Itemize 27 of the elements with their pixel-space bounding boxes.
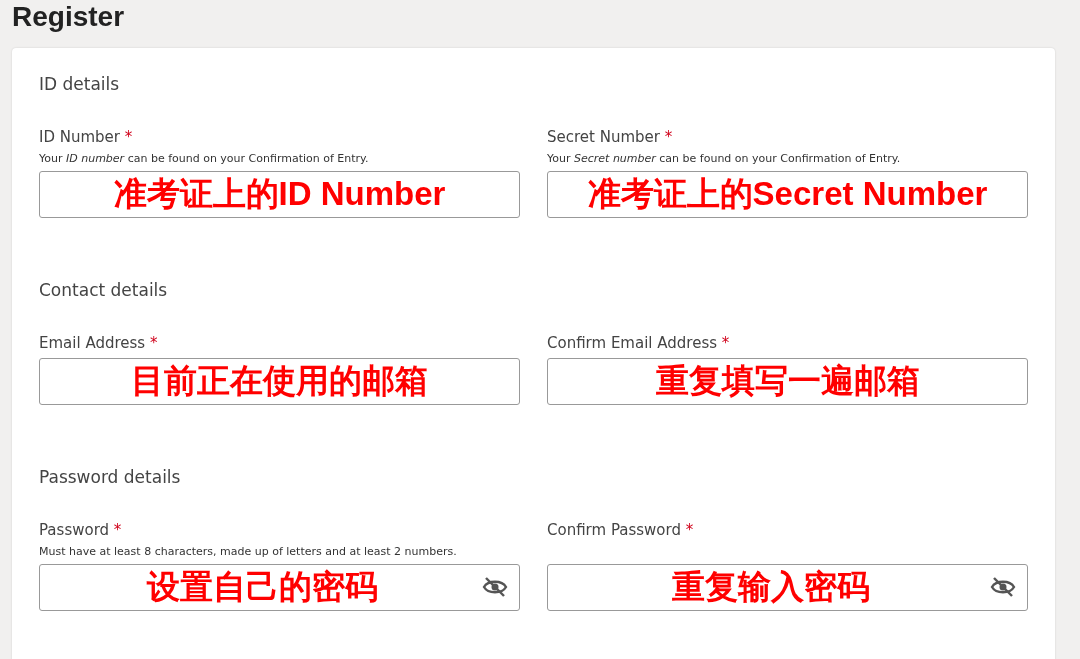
field-label: Email Address — [39, 334, 146, 352]
required-mark: * — [113, 521, 122, 539]
input-field[interactable]: 准考证上的Secret Number — [547, 171, 1028, 218]
page-title: Register — [12, 0, 126, 34]
field-label: Confirm Email Address — [547, 334, 717, 352]
input-field[interactable]: 重复填写一遍邮箱 — [547, 358, 1028, 405]
required-mark: * — [664, 128, 673, 146]
password-field[interactable]: 设置自己的密码 — [39, 564, 520, 611]
required-mark: * — [721, 334, 730, 352]
field-hint: Must have at least 8 characters, made up of letters and at least 2 numbers. — [39, 545, 458, 558]
hide-password-icon[interactable] — [482, 576, 508, 598]
required-mark: * — [149, 334, 158, 352]
field-hint: Your Secret number can be found on your Confirmation of Entry. — [547, 152, 902, 165]
field-label: Password — [39, 521, 110, 539]
input-field[interactable]: 目前正在使用的邮箱 — [39, 358, 520, 405]
section-heading: Contact details — [39, 280, 169, 300]
field-hint: Your ID number can be found on your Confirmation of Entry. — [39, 152, 370, 165]
hide-password-icon[interactable] — [990, 576, 1016, 598]
field-label: ID Number — [39, 128, 120, 146]
required-mark: * — [685, 521, 694, 539]
section-heading: Password details — [39, 467, 182, 487]
field-label: Secret Number — [547, 128, 660, 146]
input-field[interactable]: 准考证上的ID Number — [39, 171, 520, 218]
section-heading: ID details — [39, 74, 121, 94]
field-label: Confirm Password — [547, 521, 681, 539]
password-field[interactable]: 重复输入密码 — [547, 564, 1028, 611]
required-mark: * — [124, 128, 133, 146]
